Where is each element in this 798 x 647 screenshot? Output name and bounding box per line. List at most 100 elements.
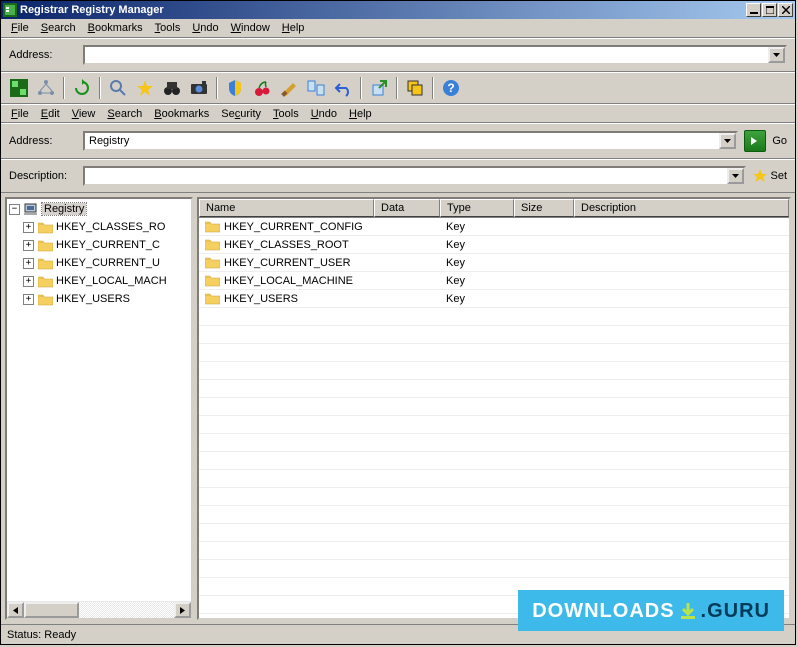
tree-item[interactable]: +HKEY_CURRENT_U — [7, 254, 191, 272]
row-name: HKEY_LOCAL_MACHINE — [224, 275, 353, 287]
expander-icon[interactable]: + — [23, 258, 34, 269]
col-type[interactable]: Type — [440, 199, 514, 217]
submenu-bookmarks[interactable]: Bookmarks — [148, 106, 215, 122]
table-row[interactable]: HKEY_CURRENT_USERKey — [199, 254, 789, 272]
scroll-left-button[interactable] — [7, 602, 24, 618]
status-text: Status: Ready — [7, 629, 76, 641]
tool-help-icon[interactable]: ? — [439, 76, 463, 100]
col-description[interactable]: Description — [574, 199, 789, 217]
set-label: Set — [770, 170, 787, 182]
scroll-track[interactable] — [24, 602, 174, 618]
tool-search-icon[interactable] — [106, 76, 130, 100]
list-body[interactable]: HKEY_CURRENT_CONFIGKeyHKEY_CLASSES_ROOTK… — [199, 218, 789, 618]
table-row-empty — [199, 506, 789, 524]
tool-security-icon[interactable] — [223, 76, 247, 100]
description-dropdown[interactable] — [727, 168, 744, 184]
tool-compare-icon[interactable] — [304, 76, 328, 100]
tree-root-row[interactable]: − Registry — [7, 200, 191, 218]
expander-icon[interactable]: + — [23, 276, 34, 287]
tree-pane: − Registry +HKEY_CLASSES_RO+HKEY_CURRENT… — [5, 197, 193, 620]
set-button[interactable]: Set — [752, 168, 787, 184]
tool-brush-icon[interactable] — [277, 76, 301, 100]
tree-body[interactable]: − Registry +HKEY_CLASSES_RO+HKEY_CURRENT… — [7, 199, 191, 601]
computer-icon — [24, 203, 39, 216]
col-size[interactable]: Size — [514, 199, 574, 217]
tree-item[interactable]: +HKEY_CLASSES_RO — [7, 218, 191, 236]
table-row-empty — [199, 542, 789, 560]
go-button[interactable] — [744, 130, 766, 152]
tool-windows-icon[interactable] — [403, 76, 427, 100]
table-row-empty — [199, 614, 789, 618]
row-type: Key — [440, 221, 514, 233]
minimize-button[interactable] — [746, 3, 761, 17]
table-row[interactable]: HKEY_USERS Key — [199, 290, 789, 308]
table-row[interactable]: HKEY_CLASSES_ROOTKey — [199, 236, 789, 254]
tool-refresh-icon[interactable] — [70, 76, 94, 100]
address-combo[interactable]: Registry — [83, 131, 738, 151]
submenu-help[interactable]: Help — [343, 106, 378, 122]
tool-undo-icon[interactable] — [331, 76, 355, 100]
description-row: Description: Set — [1, 159, 795, 193]
col-name[interactable]: Name — [199, 199, 374, 217]
scroll-thumb[interactable] — [24, 602, 79, 618]
tree-scrollbar[interactable] — [7, 601, 191, 618]
table-row[interactable]: HKEY_CURRENT_CONFIGKey — [199, 218, 789, 236]
list-pane: Name Data Type Size Description HKEY_CUR… — [197, 197, 791, 620]
col-data[interactable]: Data — [374, 199, 440, 217]
row-type: Key — [440, 293, 514, 305]
table-row[interactable]: HKEY_LOCAL_MACHINE Key — [199, 272, 789, 290]
top-address-dropdown[interactable] — [768, 47, 785, 63]
menu-undo[interactable]: Undo — [186, 20, 224, 36]
row-name: HKEY_USERS — [224, 293, 298, 305]
expander-icon[interactable]: + — [23, 240, 34, 251]
submenu-file[interactable]: File — [5, 106, 35, 122]
submenu-edit[interactable]: Edit — [35, 106, 66, 122]
tool-favorite-icon[interactable] — [133, 76, 157, 100]
tree-root-label: Registry — [42, 203, 86, 215]
menu-bookmarks[interactable]: Bookmarks — [82, 20, 149, 36]
address-dropdown[interactable] — [719, 133, 736, 149]
row-type: Key — [440, 239, 514, 251]
sub-menu-bar: File Edit View Search Bookmarks Security… — [1, 104, 795, 123]
description-combo[interactable] — [83, 166, 746, 186]
top-address-combo[interactable] — [83, 45, 787, 65]
menu-help[interactable]: Help — [276, 20, 311, 36]
menu-tools[interactable]: Tools — [149, 20, 187, 36]
tool-camera-icon[interactable] — [187, 76, 211, 100]
tool-network-icon[interactable] — [34, 76, 58, 100]
tool-cherry-icon[interactable] — [250, 76, 274, 100]
main-toolbar: ? — [1, 72, 795, 104]
tool-binoculars-icon[interactable] — [160, 76, 184, 100]
menu-search[interactable]: Search — [35, 20, 82, 36]
top-address-row: Address: — [1, 38, 795, 72]
tree-item-label: HKEY_LOCAL_MACH — [56, 275, 167, 287]
close-button[interactable] — [778, 3, 793, 17]
tool-export-icon[interactable] — [367, 76, 391, 100]
expander-icon[interactable]: + — [23, 222, 34, 233]
submenu-search[interactable]: Search — [101, 106, 148, 122]
submenu-security[interactable]: Security — [215, 106, 267, 122]
address-row: Address: Registry Go — [1, 123, 795, 159]
tree-item[interactable]: + HKEY_USERS — [7, 290, 191, 308]
tree-item[interactable]: + HKEY_LOCAL_MACH — [7, 272, 191, 290]
table-row-empty — [199, 380, 789, 398]
menu-file[interactable]: File — [5, 20, 35, 36]
expander-icon[interactable]: − — [9, 204, 20, 215]
submenu-view[interactable]: View — [66, 106, 102, 122]
scroll-right-button[interactable] — [174, 602, 191, 618]
address-value: Registry — [89, 135, 129, 147]
expander-icon[interactable]: + — [23, 294, 34, 305]
submenu-undo[interactable]: Undo — [305, 106, 343, 122]
address-label-top: Address: — [9, 49, 77, 61]
maximize-button[interactable] — [762, 3, 777, 17]
table-row-empty — [199, 596, 789, 614]
table-row-empty — [199, 560, 789, 578]
tree-item-label: HKEY_CURRENT_C — [56, 239, 160, 251]
submenu-tools[interactable]: Tools — [267, 106, 305, 122]
tree-item-label: HKEY_USERS — [56, 293, 130, 305]
menu-window[interactable]: Window — [225, 20, 276, 36]
tool-connect-icon[interactable] — [7, 76, 31, 100]
svg-text:?: ? — [447, 81, 454, 95]
tree-item[interactable]: + HKEY_CURRENT_C — [7, 236, 191, 254]
row-type: Key — [440, 275, 514, 287]
